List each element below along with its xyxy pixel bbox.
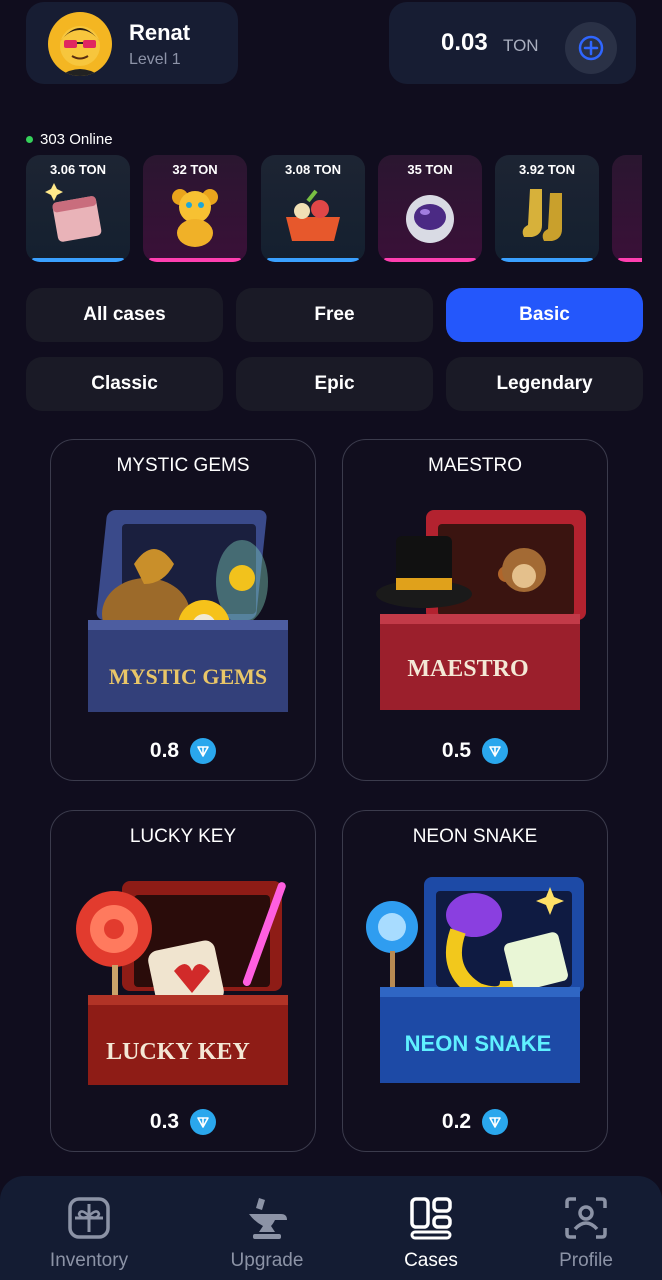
ton-icon (190, 738, 217, 764)
drop-item[interactable]: 35 TON (378, 155, 482, 262)
ton-icon (482, 738, 509, 764)
case-art-label: MYSTIC GEMS (109, 664, 267, 689)
case-title: LUCKY KEY (129, 826, 237, 847)
maestro-chest-icon: MAESTRO (376, 510, 586, 710)
nav-profile[interactable]: Profile (506, 1176, 662, 1280)
balance-currency: TON (503, 36, 539, 55)
nav-upgrade[interactable]: Upgrade (187, 1176, 347, 1280)
case-card-maestro[interactable]: MAESTRO MAESTRO 0.5 (342, 439, 608, 781)
user-name: Renat (129, 20, 191, 45)
drop-glow (32, 258, 124, 262)
neon-snake-chest-icon: NEON SNAKE (366, 877, 584, 1083)
drop-glow (384, 258, 476, 262)
case-price-row: 0.5 (343, 738, 607, 764)
bottom-nav: Inventory Upgrade Cases Profile (0, 1176, 662, 1280)
drop-price: 32 TON (172, 162, 218, 177)
filter-free[interactable]: Free (236, 288, 433, 342)
case-card-lucky-key[interactable]: LUCKY KEY LUCKY KEY 0.3 (50, 810, 316, 1152)
drop-glow (501, 258, 593, 262)
case-price-row: 0.8 (51, 738, 315, 764)
drop-glow (149, 258, 241, 262)
profile-chip[interactable]: Renat Level 1 (26, 2, 238, 84)
teddy-bear-icon (172, 189, 218, 247)
balance-amount: 0.03 (441, 29, 488, 56)
case-art-label: NEON SNAKE (405, 1031, 552, 1056)
add-balance-button[interactable] (565, 22, 617, 74)
nav-label: Inventory (49, 1250, 129, 1271)
case-price: 0.5 (441, 739, 472, 762)
drop-item[interactable]: 3.92 TON (495, 155, 599, 262)
balance-chip: 0.03 TON (389, 2, 636, 84)
drop-glow (618, 258, 642, 262)
filter-basic[interactable]: Basic (446, 288, 643, 342)
mystic-gems-chest-icon: MYSTIC GEMS (88, 510, 288, 712)
nav-label: Upgrade (230, 1250, 304, 1271)
case-title: MAESTRO (428, 455, 522, 476)
online-indicator: 303 Online (26, 131, 113, 148)
profile-scan-icon (565, 1197, 607, 1239)
nav-cases[interactable]: Cases (351, 1176, 511, 1280)
drop-price: 3.92 TON (518, 162, 576, 177)
gift-box-icon (68, 1197, 110, 1239)
drop-item[interactable]: 3.06 TON (26, 155, 130, 262)
case-price: 0.3 (149, 1110, 180, 1133)
case-price-row: 0.3 (51, 1109, 315, 1135)
online-count: 303 Online (40, 131, 113, 148)
drop-price: 3.06 TON (49, 162, 107, 177)
drop-glow (267, 258, 359, 262)
case-title: MYSTIC GEMS (116, 455, 250, 476)
ton-icon (190, 1109, 217, 1135)
case-art-label: MAESTRO (407, 656, 528, 682)
nav-label: Cases (404, 1250, 458, 1271)
nav-label: Profile (559, 1250, 613, 1271)
drop-item[interactable]: 32 TON (143, 155, 247, 262)
drop-item[interactable]: 3 (612, 155, 642, 262)
case-title: NEON SNAKE (412, 826, 538, 847)
anvil-icon (247, 1198, 287, 1239)
case-card-neon-snake[interactable]: NEON SNAKE NEON SNAKE 0.2 (342, 810, 608, 1152)
nav-inventory[interactable]: Inventory (9, 1176, 169, 1280)
drop-item[interactable]: 3.08 TON (261, 155, 365, 262)
drop-price: 3 (612, 162, 642, 177)
online-dot-icon (26, 136, 33, 143)
case-price-row: 0.2 (343, 1109, 607, 1135)
calendar-icon (45, 183, 102, 242)
cases-grid-icon (410, 1197, 452, 1240)
case-price: 0.2 (441, 1110, 472, 1133)
filter-all-cases[interactable]: All cases (26, 288, 223, 342)
avatar (48, 12, 112, 76)
drop-price: 3.08 TON (284, 162, 342, 177)
plus-circle-icon (578, 35, 604, 61)
user-level: Level 1 (129, 51, 181, 68)
case-art-label: LUCKY KEY (106, 1039, 250, 1065)
helmet-icon (406, 195, 454, 243)
lucky-key-chest-icon: LUCKY KEY (76, 881, 288, 1085)
filter-legendary[interactable]: Legendary (446, 357, 643, 411)
case-price: 0.8 (149, 739, 180, 762)
ton-icon (482, 1109, 509, 1135)
case-card-mystic-gems[interactable]: MYSTIC GEMS MYSTIC GEMS 0.8 (50, 439, 316, 781)
food-basket-icon (286, 189, 340, 241)
filter-classic[interactable]: Classic (26, 357, 223, 411)
filter-epic[interactable]: Epic (236, 357, 433, 411)
sparkle-icon (629, 181, 642, 251)
live-drops-strip[interactable]: 3.06 TON 32 TON 3.08 TON 35 TON 3.92 TON (26, 155, 642, 263)
socks-icon (522, 189, 562, 241)
drop-price: 35 TON (407, 162, 453, 177)
